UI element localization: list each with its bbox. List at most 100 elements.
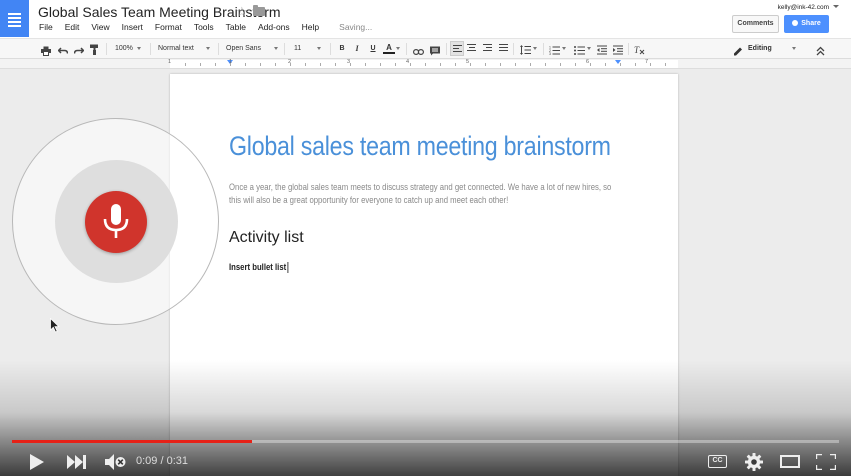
menu-file[interactable]: File <box>33 22 59 32</box>
menu-insert[interactable]: Insert <box>116 22 149 32</box>
zoom-select[interactable]: 100% <box>115 42 141 56</box>
menu-help[interactable]: Help <box>296 22 325 32</box>
ruler-tick <box>470 63 471 66</box>
print-icon[interactable] <box>41 44 51 58</box>
ruler-tick <box>515 63 516 66</box>
align-left-icon[interactable] <box>450 41 464 56</box>
docs-header: Global Sales Team Meeting Brainstorm ☆ F… <box>0 0 851 38</box>
ruler-tick <box>485 63 486 66</box>
text-color-button[interactable]: A <box>383 42 395 54</box>
menu-format[interactable]: Format <box>149 22 188 32</box>
document-heading: Global sales team meeting brainstorm <box>229 131 611 161</box>
style-value: Normal text <box>158 45 194 52</box>
ruler-tick <box>575 63 576 66</box>
menu-add-ons[interactable]: Add-ons <box>252 22 296 32</box>
ruler-tick <box>410 63 411 66</box>
ruler-tick <box>185 63 186 66</box>
ruler-number: 5 <box>466 59 470 65</box>
undo-icon[interactable] <box>58 44 68 58</box>
ruler-tick <box>590 63 591 66</box>
account-email[interactable]: kelly@ink-42.com <box>778 4 829 11</box>
ruler-tick <box>260 63 261 66</box>
ruler-tick <box>380 63 381 66</box>
paint-format-icon[interactable] <box>90 43 99 57</box>
align-right-icon[interactable] <box>483 44 492 52</box>
play-icon[interactable] <box>29 453 45 471</box>
ruler-tick <box>320 63 321 66</box>
next-icon[interactable] <box>67 455 87 469</box>
underline-button[interactable]: U <box>367 42 379 56</box>
progress-fill <box>12 440 252 443</box>
ruler-tick <box>335 63 336 66</box>
italic-button[interactable]: I <box>351 42 363 56</box>
docs-logo-icon[interactable] <box>0 0 29 37</box>
ruler-tick <box>365 63 366 66</box>
save-status: Saving... <box>339 22 373 32</box>
font-select[interactable]: Open Sans <box>226 42 279 56</box>
font-size-select[interactable]: 11 <box>294 42 322 56</box>
star-icon[interactable]: ☆ <box>236 4 248 20</box>
progress-bar[interactable] <box>12 440 839 443</box>
ruler-tick <box>560 63 561 66</box>
mouse-cursor-icon <box>50 318 60 333</box>
folder-icon[interactable] <box>253 5 265 16</box>
ruler-tick <box>290 63 291 66</box>
ruler-tick <box>605 63 606 66</box>
decrease-indent-icon[interactable] <box>597 43 607 57</box>
dictated-text: Insert bullet list <box>229 262 287 272</box>
ruler-number: 6 <box>586 59 590 65</box>
person-icon <box>792 20 799 27</box>
numbered-list-caret-icon[interactable] <box>560 42 566 56</box>
account-caret-icon[interactable] <box>833 5 839 8</box>
ruler-tick <box>440 63 441 66</box>
text-cursor <box>287 262 288 274</box>
bold-button[interactable]: B <box>336 42 348 56</box>
redo-icon[interactable] <box>74 44 84 58</box>
theater-mode-icon[interactable] <box>780 455 800 468</box>
ruler-tick <box>530 63 531 66</box>
ruler-tick <box>665 63 666 66</box>
style-select[interactable]: Normal text <box>158 42 210 56</box>
clear-formatting-icon[interactable]: T <box>634 43 645 57</box>
numbered-list-icon[interactable]: 123 <box>549 43 560 57</box>
link-icon[interactable] <box>413 45 424 59</box>
ruler[interactable]: 1 1 2 3 4 5 6 7 <box>0 59 851 69</box>
collapse-icon[interactable] <box>816 44 825 58</box>
comment-icon[interactable] <box>430 44 440 58</box>
menu-edit[interactable]: Edit <box>59 22 86 32</box>
align-center-icon[interactable] <box>467 44 476 52</box>
menu-table[interactable]: Table <box>220 22 252 32</box>
ruler-number: 1 <box>168 59 172 65</box>
menu-view[interactable]: View <box>85 22 115 32</box>
bulleted-list-caret-icon[interactable] <box>585 42 591 56</box>
share-button[interactable]: Share <box>784 15 829 33</box>
ruler-tick <box>455 63 456 66</box>
microphone-button[interactable] <box>85 191 147 253</box>
line-spacing-caret-icon[interactable] <box>531 42 537 56</box>
zoom-value: 100% <box>115 45 133 52</box>
justify-icon[interactable] <box>499 44 508 52</box>
volume-muted-icon[interactable] <box>105 454 127 470</box>
ruler-tick <box>425 63 426 66</box>
svg-text:3: 3 <box>549 52 551 56</box>
captions-button[interactable]: CC <box>708 455 727 468</box>
document-text-line: Insert bullet list <box>229 262 288 274</box>
editing-mode-select[interactable]: Editing <box>748 42 796 56</box>
pencil-icon[interactable] <box>734 44 743 58</box>
menu-tools[interactable]: Tools <box>188 22 220 32</box>
share-label: Share <box>801 20 821 27</box>
text-color-caret-icon[interactable] <box>395 42 400 56</box>
font-value: Open Sans <box>226 45 262 52</box>
time-display: 0:09 / 0:31 <box>136 455 188 467</box>
ruler-number: 7 <box>645 59 649 65</box>
comments-button[interactable]: Comments <box>732 15 779 33</box>
ruler-tick <box>200 63 201 66</box>
ruler-tick <box>350 63 351 66</box>
line-spacing-icon[interactable] <box>520 43 531 57</box>
ruler-tick <box>500 63 501 66</box>
settings-icon[interactable] <box>745 453 763 471</box>
bulleted-list-icon[interactable] <box>574 43 585 57</box>
fullscreen-icon[interactable] <box>816 454 836 470</box>
increase-indent-icon[interactable] <box>613 43 623 57</box>
document-subheading: Activity list <box>229 229 304 246</box>
